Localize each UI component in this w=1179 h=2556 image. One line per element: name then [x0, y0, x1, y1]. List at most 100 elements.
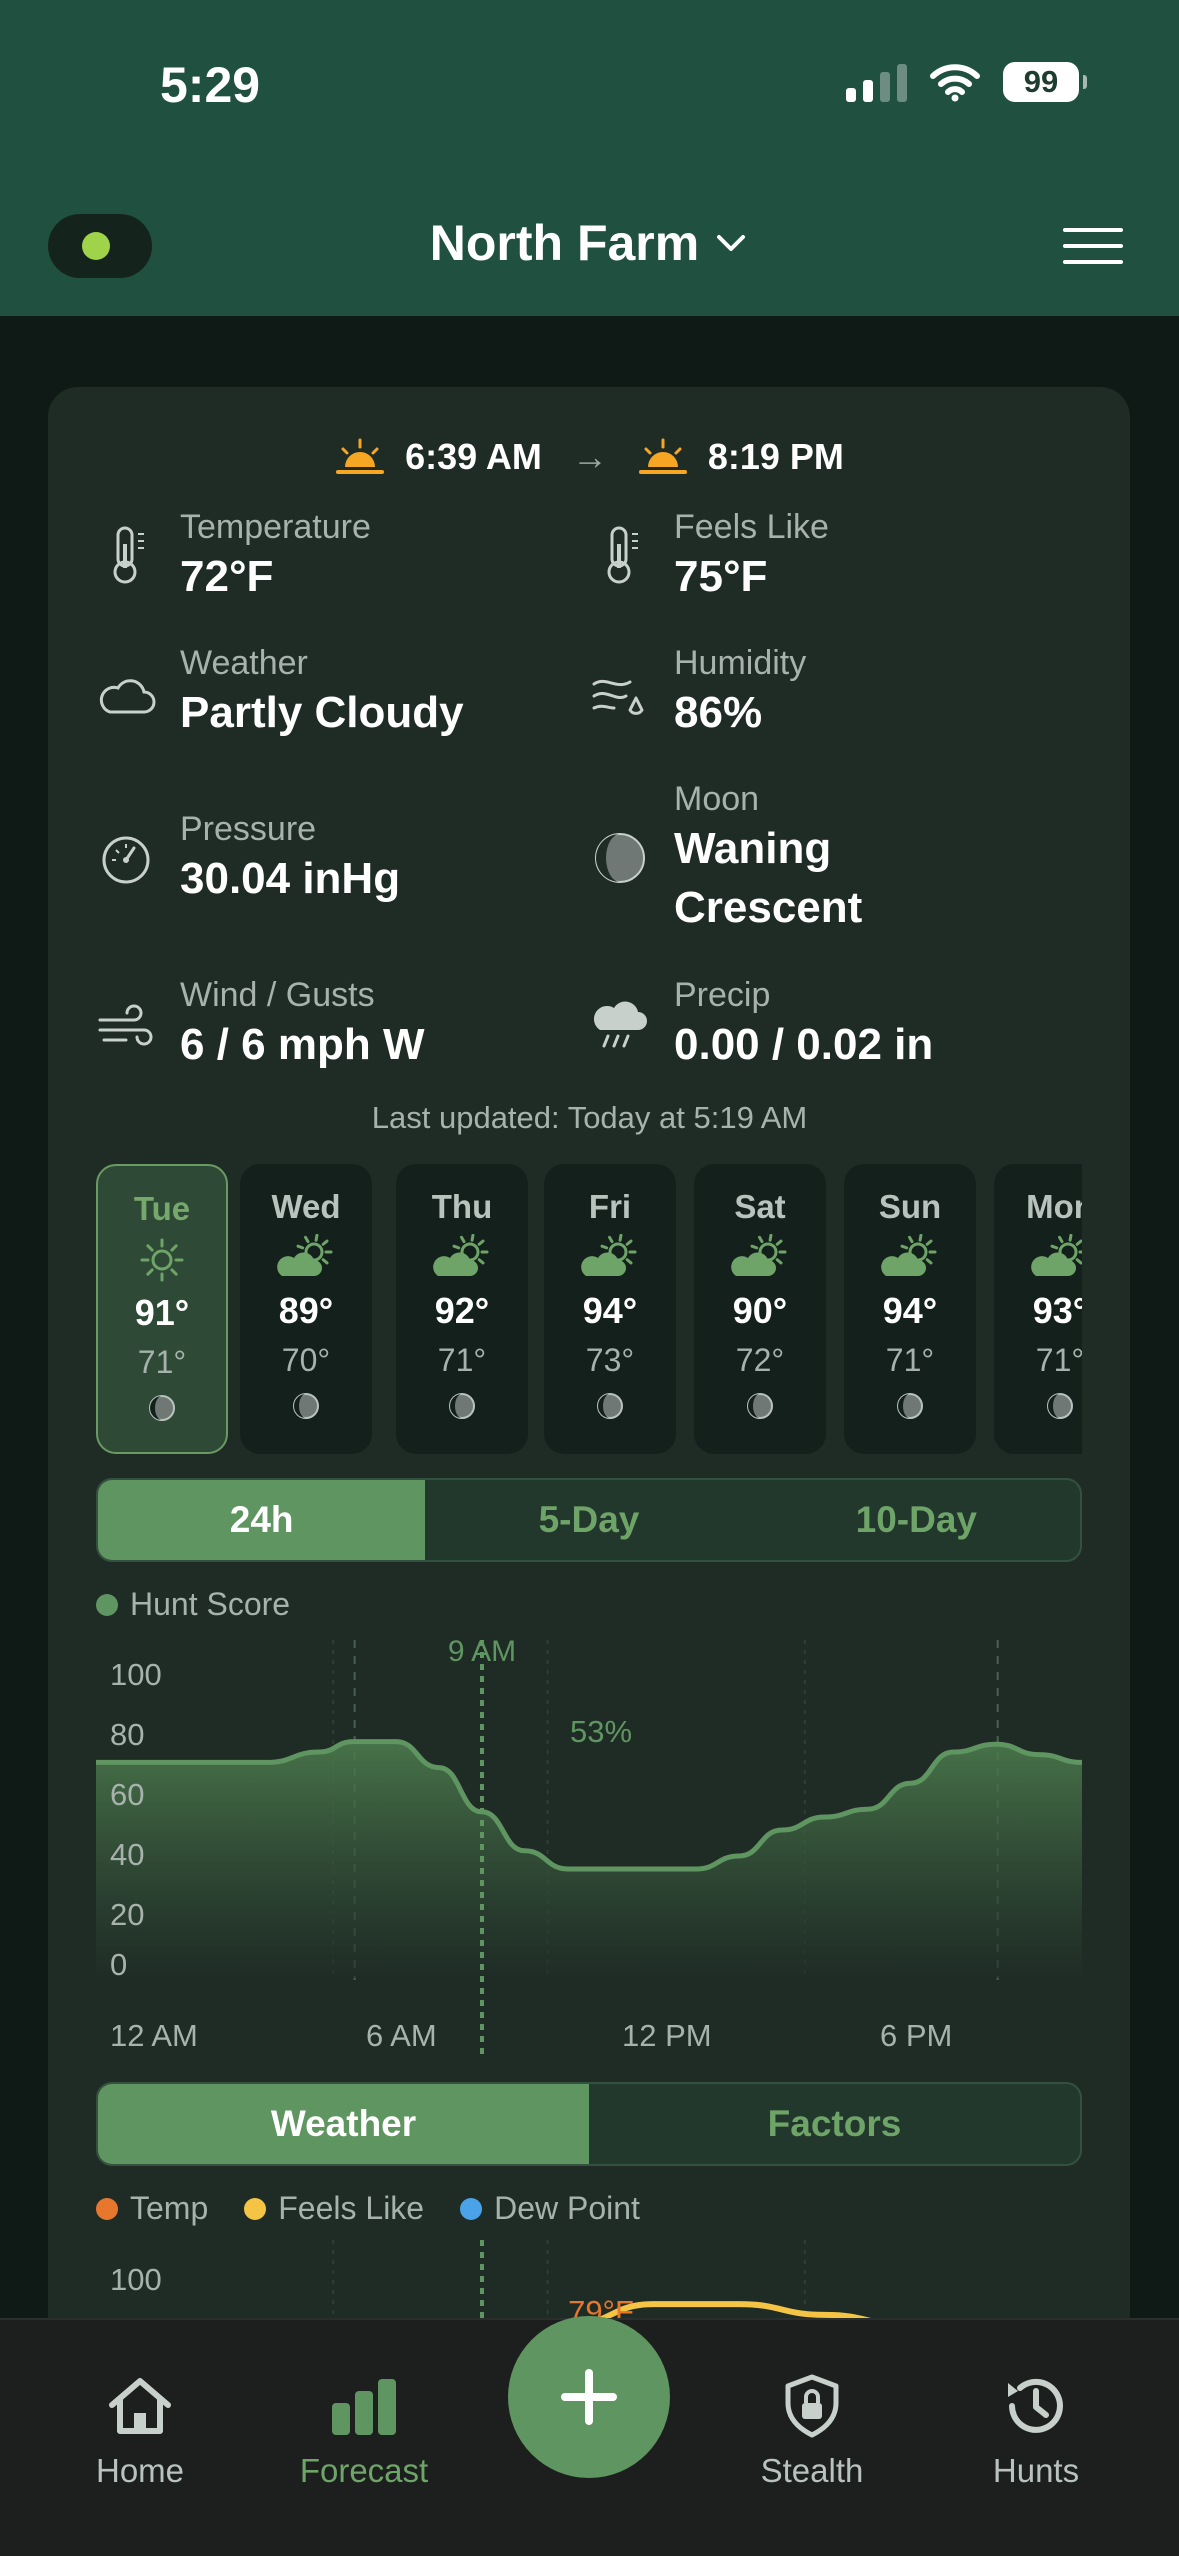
day-high: 94° — [882, 1290, 938, 1331]
farm-selector[interactable]: North Farm — [0, 214, 1179, 272]
weather-stat: Weather Partly Cloudy — [180, 644, 464, 742]
hunt-score-swatch — [96, 1593, 118, 1616]
chevron-down-icon — [717, 235, 746, 251]
day-name: Wed — [271, 1188, 341, 1225]
day-name: Tue — [133, 1190, 191, 1227]
tab-factors[interactable]: Factors — [589, 2084, 1080, 2164]
day-card-tue[interactable]: Tue 91° 71° — [96, 1164, 228, 1454]
day-high: 90° — [732, 1290, 788, 1331]
farm-title: North Farm — [429, 215, 700, 271]
partly-cloudy-icon — [433, 1234, 489, 1276]
sunset-time: 8:19 PM — [707, 436, 844, 477]
battery-indicator: 99 — [1003, 62, 1087, 102]
tab-stealth[interactable]: Stealth — [722, 2370, 902, 2490]
day-icon-wrap — [240, 1226, 372, 1290]
tab-forecast[interactable]: Forecast — [274, 2370, 454, 2490]
wind-label: Wind / Gusts — [180, 976, 375, 1014]
day-card-fri[interactable]: Fri 94° 73° — [544, 1164, 676, 1454]
tab-weather[interactable]: Weather — [98, 2084, 589, 2164]
day-low: 71° — [885, 1342, 935, 1378]
x-tick-label: 12 AM — [110, 2018, 198, 2053]
x-tick-label: 6 AM — [366, 2018, 437, 2053]
day-name: Sun — [878, 1188, 942, 1225]
tab-stealth-label: Stealth — [760, 2452, 864, 2489]
day-icon-wrap — [544, 1226, 676, 1290]
tab-home[interactable]: Home — [50, 2370, 230, 2490]
menu-icon[interactable] — [1063, 228, 1123, 264]
legend-temp: Temp — [96, 2190, 208, 2227]
y-tick-label: 80 — [110, 1717, 144, 1752]
moon-phase-icon — [595, 833, 645, 883]
weather-value: Partly Cloudy — [180, 688, 464, 737]
day-icon-wrap — [844, 1226, 976, 1290]
y-tick-label: 20 — [110, 1897, 144, 1932]
view-tabs: Weather Factors — [96, 2082, 1082, 2166]
x-tick-label: 6 PM — [880, 2018, 952, 2053]
sunset-icon — [638, 438, 687, 474]
pressure-label: Pressure — [180, 810, 317, 848]
legend-feels-like: Feels Like — [244, 2190, 424, 2227]
moon-label: Moon — [674, 780, 760, 818]
moon-phase-icon — [747, 1393, 773, 1419]
arrow-right-icon: → — [571, 436, 608, 477]
tab-10-day[interactable]: 10-Day — [753, 1480, 1080, 1560]
status-time: 5:29 — [160, 57, 261, 113]
moon-phase-icon — [293, 1393, 319, 1419]
weather-label: Weather — [180, 644, 308, 682]
sun-icon — [140, 1238, 184, 1282]
daily-forecast-strip[interactable]: Tue 91° 71° Wed 89° 70° Thu 92° 71° Fri 94° 73° Sat 9… — [96, 1164, 1082, 1454]
legend-dew-point: Dew Point — [460, 2190, 640, 2227]
day-high: 93° — [1032, 1290, 1082, 1331]
partly-cloudy-icon — [1031, 1234, 1082, 1276]
tab-hunts[interactable]: Hunts — [946, 2370, 1126, 2490]
current-score-label: 53% — [570, 1714, 632, 1749]
y-tick-label: 100 — [110, 2262, 162, 2297]
day-icon-wrap — [994, 1226, 1082, 1290]
last-updated: Last updated: Today at 5:19 AM — [371, 1100, 808, 1135]
sunrise-time: 6:39 AM — [405, 436, 542, 477]
temp-swatch — [96, 2197, 118, 2220]
day-low: 73° — [585, 1342, 635, 1378]
day-name: Thu — [431, 1188, 493, 1225]
thermometer-icon — [113, 526, 144, 584]
temperature-stat: Temperature 72°F — [180, 508, 371, 606]
moon-phase-icon — [449, 1393, 475, 1419]
temperature-label: Temperature — [180, 508, 371, 546]
status-icons: 99 — [846, 62, 1087, 102]
gauge-icon — [102, 836, 150, 884]
moon-phase-icon — [1047, 1393, 1073, 1419]
history-icon — [1008, 2378, 1063, 2433]
feels-like-label: Feels Like — [674, 508, 829, 546]
day-icon-wrap — [694, 1226, 826, 1290]
day-card-sat[interactable]: Sat 90° 72° — [694, 1164, 826, 1454]
day-high: 89° — [278, 1290, 334, 1331]
day-card-wed[interactable]: Wed 89° 70° — [240, 1164, 372, 1454]
day-high: 91° — [134, 1292, 190, 1333]
precip-stat: Precip 0.00 / 0.02 in — [674, 976, 933, 1074]
home-icon — [109, 2378, 171, 2434]
cellular-signal-icon — [846, 62, 907, 102]
day-high: 94° — [582, 1290, 638, 1331]
partly-cloudy-icon — [581, 1234, 637, 1276]
add-button[interactable] — [508, 2316, 670, 2478]
tab-5-day[interactable]: 5-Day — [425, 1480, 752, 1560]
hunt-score-legend-label: Hunt Score — [130, 1586, 291, 1622]
day-low: 71° — [137, 1344, 187, 1380]
day-name: Mon — [1026, 1188, 1082, 1225]
day-card-mon[interactable]: Mon 93° 71° — [994, 1164, 1082, 1454]
moon-phase-icon — [149, 1395, 175, 1421]
hunt-score-chart[interactable]: 100 80 60 40 20 0 12 AM 6 AM 12 PM 6 PM 9 AM 53% — [96, 1630, 1082, 2070]
tab-home-label: Home — [95, 2452, 185, 2489]
day-card-sun[interactable]: Sun 94° 71° — [844, 1164, 976, 1454]
day-icon-wrap — [98, 1228, 226, 1292]
humidity-value: 86% — [674, 688, 763, 737]
day-low: 70° — [281, 1342, 331, 1378]
wifi-icon — [930, 64, 980, 102]
day-card-thu[interactable]: Thu 92° 71° — [396, 1164, 528, 1454]
tab-24h[interactable]: 24h — [98, 1480, 426, 1560]
day-name: Fri — [588, 1188, 632, 1225]
partly-cloudy-icon — [731, 1234, 787, 1276]
y-tick-label: 60 — [110, 1777, 144, 1812]
weather-chart-legend: Temp Feels Like Dew Point — [96, 2190, 664, 2227]
day-low: 72° — [735, 1342, 785, 1378]
